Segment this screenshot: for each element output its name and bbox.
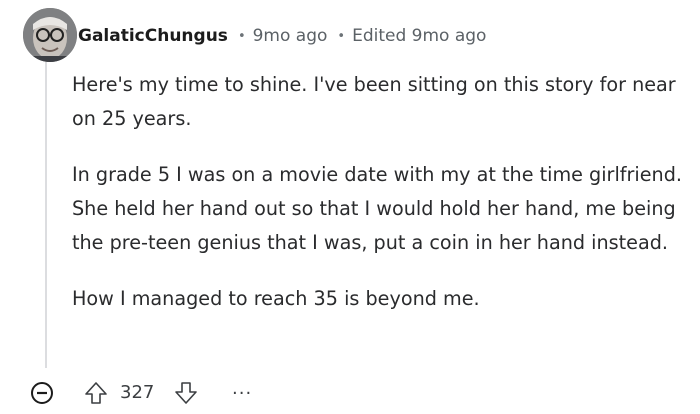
username-link[interactable]: GalaticChungus bbox=[78, 26, 228, 46]
vote-score: 327 bbox=[120, 382, 155, 403]
separator-dot: • bbox=[337, 28, 346, 44]
comment-header: GalaticChungus • 9mo ago • Edited 9mo ag… bbox=[78, 24, 486, 48]
downvote-arrow-icon bbox=[175, 382, 197, 404]
comment-action-bar: 327 ... bbox=[30, 378, 330, 408]
comment-paragraph: How I managed to reach 35 is beyond me. bbox=[72, 287, 480, 310]
comment-paragraph: In grade 5 I was on a movie date with my… bbox=[72, 163, 682, 254]
comment-body: Here's my time to shine. I've been sitti… bbox=[72, 68, 682, 338]
thread-line[interactable] bbox=[45, 62, 47, 368]
upvote-button[interactable] bbox=[83, 380, 109, 406]
comment-timestamp[interactable]: 9mo ago bbox=[253, 26, 328, 46]
upvote-arrow-icon bbox=[85, 382, 107, 404]
collapse-button[interactable] bbox=[30, 381, 54, 405]
comment-paragraph: Here's my time to shine. I've been sitti… bbox=[72, 73, 676, 130]
more-options-button[interactable]: ... bbox=[232, 378, 252, 399]
collapse-minus-icon bbox=[31, 382, 53, 404]
avatar[interactable] bbox=[23, 8, 77, 62]
downvote-button[interactable] bbox=[173, 380, 199, 406]
edited-timestamp: Edited 9mo ago bbox=[352, 26, 487, 46]
separator-dot: • bbox=[237, 28, 246, 44]
avatar-image bbox=[23, 8, 77, 62]
